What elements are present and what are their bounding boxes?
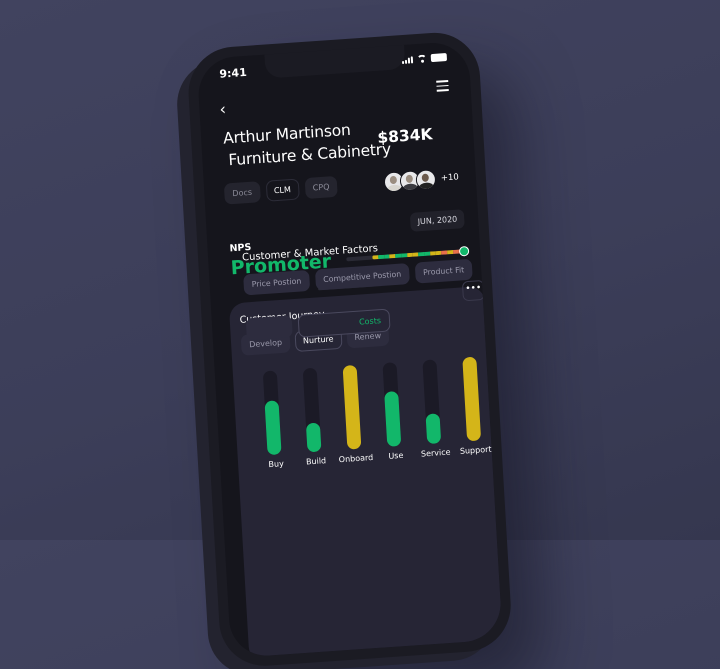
deal-amount: $834K [376,125,433,147]
bar-column-support[interactable]: Support [450,356,496,469]
bar-track [382,362,402,447]
status-time: 9:41 [219,65,248,81]
tag-list: Docs CLM CPQ [223,175,339,205]
wifi-icon [417,54,427,63]
nps-date-chip[interactable]: JUN, 2020 [410,209,465,232]
tag-clm[interactable]: CLM [265,178,300,202]
chip-costs-label: Costs [358,316,382,327]
phone-screen: 9:41 ‹ Arthur Martinson Furniture & Cabi… [196,40,503,659]
bar-service [425,413,442,445]
chip-price-position[interactable]: Price Postion [243,269,310,296]
bar-track [342,364,362,450]
nps-gauge-segments [372,249,465,260]
bar-build [305,422,322,453]
status-icons [401,53,448,65]
bar-track [302,367,322,453]
battery-icon [430,53,448,63]
more-options-button[interactable]: ••• [461,279,485,302]
stage: 9:41 ‹ Arthur Martinson Furniture & Cabi… [0,0,720,669]
bar-label: Support [459,444,492,456]
notch [264,42,406,79]
bar-track [422,359,442,445]
account-title: Arthur Martinson Furniture & Cabinetry [223,116,392,171]
journey-bar-chart: Buy Build Onboard Use Service Support [251,356,492,482]
team-avatars[interactable]: +10 [383,167,459,193]
signal-icon [401,55,414,65]
tag-cpq[interactable]: CPQ [304,175,339,200]
back-chevron-icon[interactable]: ‹ [219,99,226,118]
customer-journey-card: Customer Journey Develop Nurture Renew B… [228,285,503,659]
bar-buy [264,400,282,456]
bar-use [384,391,402,447]
chip-partial[interactable] [245,315,293,341]
bar-track [262,370,282,456]
bar-support [462,356,482,442]
nps-gauge-knob [458,245,470,257]
team-more-count[interactable]: +10 [441,172,459,183]
tag-docs[interactable]: Docs [223,181,261,205]
phone-frame: 9:41 ‹ Arthur Martinson Furniture & Cabi… [186,29,514,669]
menu-icon[interactable] [436,79,449,92]
chip-product-fit[interactable]: Product Fit [414,258,473,284]
bar-track [462,356,482,442]
bar-onboard [342,364,362,450]
avatar [415,169,437,191]
